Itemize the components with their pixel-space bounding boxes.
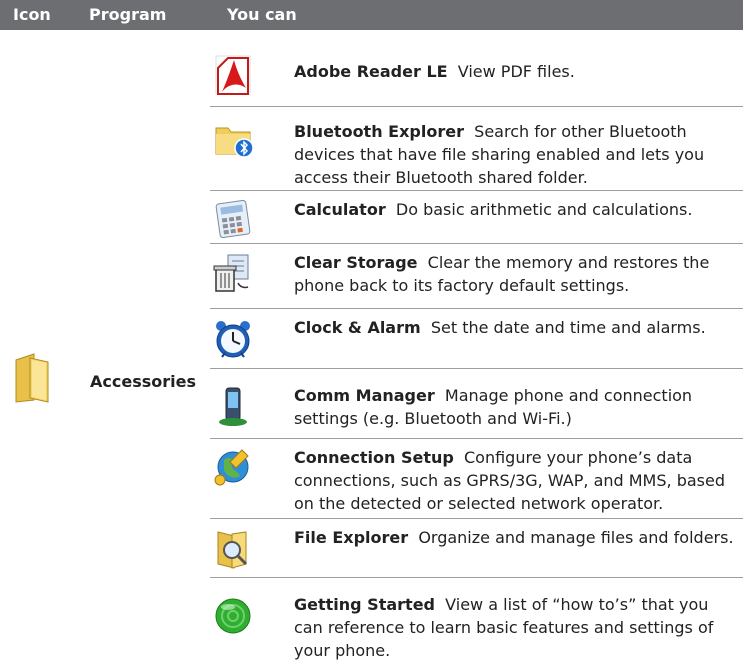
divider [210,106,743,107]
clear-storage-icon [212,253,254,295]
program-title: Comm Manager [294,386,435,405]
header-you-can: You can [227,5,297,24]
list-item: Getting Started View a list of “how to’s… [210,581,743,667]
program-title: File Explorer [294,528,409,547]
alarm-clock-icon [212,318,254,360]
bluetooth-folder-icon [212,118,254,160]
program-title: Connection Setup [294,448,454,467]
divider [210,577,743,578]
program-name: Accessories [90,372,196,391]
getting-started-icon [212,595,254,637]
divider [210,368,743,369]
list-item: Calculator Do basic arithmetic and calcu… [210,194,743,240]
divider [210,308,743,309]
divider [210,438,743,439]
folder-icon [12,352,52,404]
program-title: Clock & Alarm [294,318,421,337]
table-header: Icon Program You can [0,0,743,30]
list-item: Comm Manager Manage phone and connection… [210,372,743,436]
connection-setup-icon [212,446,254,488]
divider [210,518,743,519]
header-program: Program [89,5,167,24]
calculator-icon [212,198,254,240]
header-icon: Icon [13,5,51,24]
list-item: Connection Setup Configure your phone’s … [210,442,743,518]
adobe-reader-icon [212,54,254,96]
program-description: Set the date and time and alarms. [430,318,706,337]
list-item: Adobe Reader LE View PDF files. [210,52,743,98]
program-title: Calculator [294,200,386,219]
divider [210,243,743,244]
divider [210,190,743,191]
list-item: Clock & Alarm Set the date and time and … [210,312,743,358]
program-title: Adobe Reader LE [294,62,448,81]
program-description: Organize and manage files and folders. [418,528,734,547]
list-item: Clear Storage Clear the memory and resto… [210,247,743,305]
program-title: Bluetooth Explorer [294,122,464,141]
comm-manager-icon [212,386,254,428]
list-item: File Explorer Organize and manage files … [210,522,743,574]
program-description: View PDF files. [457,62,575,81]
program-title: Clear Storage [294,253,418,272]
program-description: Do basic arithmetic and calculations. [395,200,693,219]
file-explorer-icon [212,528,254,570]
program-title: Getting Started [294,595,435,614]
list-item: Bluetooth Explorer Search for other Blue… [210,110,743,188]
